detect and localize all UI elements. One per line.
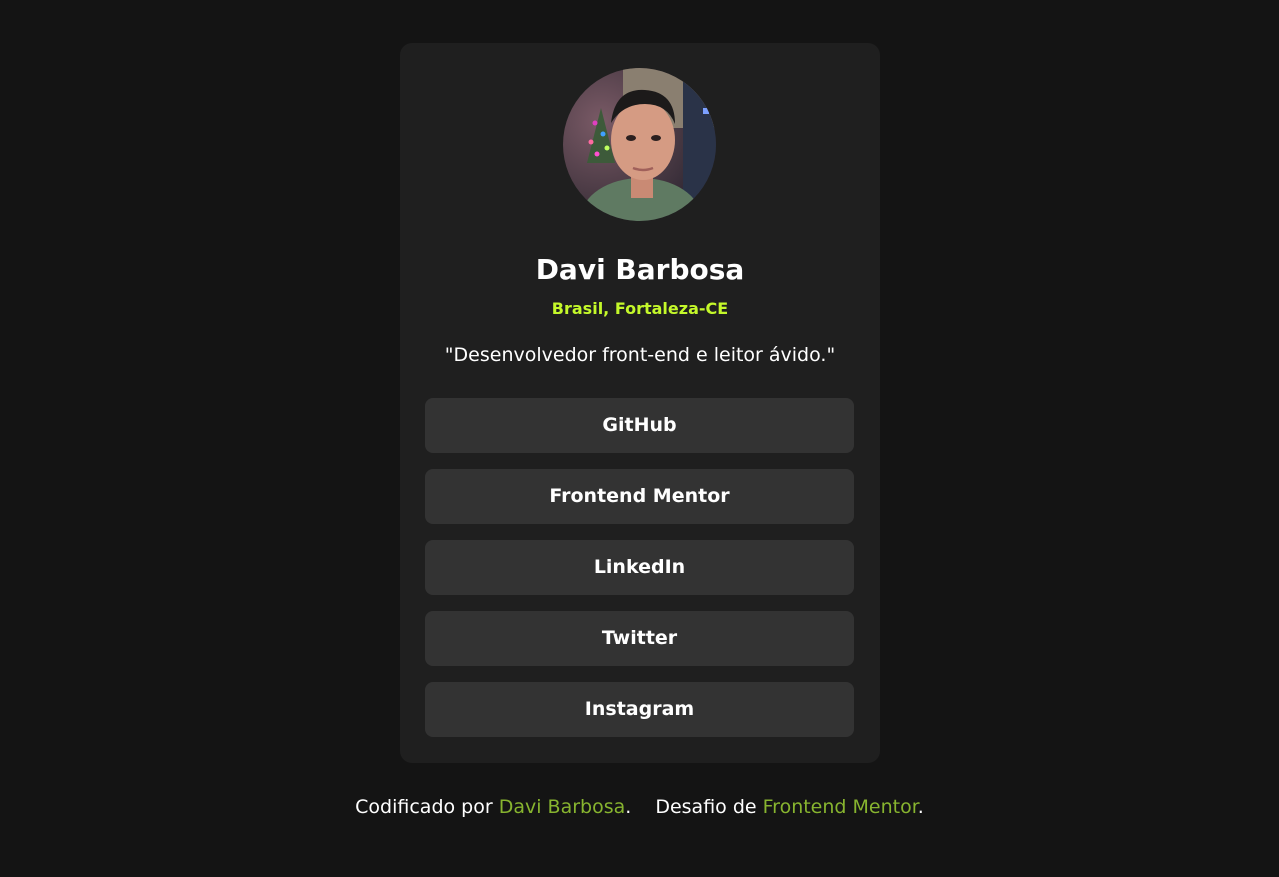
profile-location: Brasil, Fortaleza-CE [551,299,729,318]
page: Davi Barbosa Brasil, Fortaleza-CE "Desen… [0,0,1279,877]
attribution-footer: Codificado por Davi Barbosa. Desafio de F… [0,792,1279,822]
profile-name: Davi Barbosa [535,253,745,286]
profile-card: Davi Barbosa Brasil, Fortaleza-CE "Desen… [400,43,880,763]
challenge-text: Desafio de [655,796,763,818]
github-link-button[interactable]: GitHub [425,398,854,453]
instagram-link-button[interactable]: Instagram [425,682,854,737]
footer-period: . [917,796,924,818]
author-link[interactable]: Davi Barbosa [499,796,626,818]
linkedin-link-button[interactable]: LinkedIn [425,540,854,595]
twitter-link-button[interactable]: Twitter [425,611,854,666]
social-links: GitHub Frontend Mentor LinkedIn Twitter … [425,398,854,753]
footer-period: . [625,796,632,818]
avatar [563,68,716,221]
profile-bio: "Desenvolvedor front-end e leitor ávido.… [444,344,836,366]
coded-by-text: Codificado por [355,796,499,818]
frontend-mentor-link-button[interactable]: Frontend Mentor [425,469,854,524]
frontend-mentor-link[interactable]: Frontend Mentor [763,796,918,818]
